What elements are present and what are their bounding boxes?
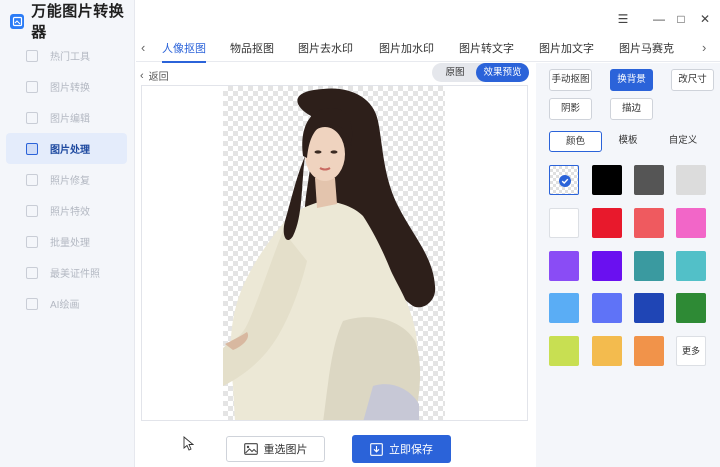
sidebar-item-label: AI绘画: [50, 300, 80, 311]
sidebar-item-label: 图片处理: [50, 145, 90, 156]
tab-remove-watermark[interactable]: 图片去水印: [298, 40, 353, 56]
more-colors-button[interactable]: 更多: [676, 336, 706, 366]
photo-repair-icon: [26, 173, 38, 186]
sidebar-nav: 热门工具 图片转换 图片编辑 图片处理 照片修复 照片特效 批量处理 最美证件照…: [6, 40, 127, 319]
image-process-icon: [26, 142, 38, 155]
color-swatch[interactable]: [634, 208, 664, 238]
sidebar-item-photo-effects[interactable]: 照片特效: [6, 195, 127, 226]
change-background-button[interactable]: 换背景: [610, 69, 653, 91]
resize-button[interactable]: 改尺寸: [671, 69, 714, 91]
color-swatch[interactable]: [676, 208, 706, 238]
photo-effects-icon: [26, 204, 38, 217]
minimize-icon[interactable]: —: [652, 12, 666, 26]
edit-panel: 手动抠图 换背景 改尺寸 阴影 描边 颜色 模板 自定义 更多: [536, 63, 720, 467]
toggle-original[interactable]: 原图: [435, 63, 475, 82]
swatch-transparent[interactable]: [549, 165, 579, 195]
sidebar-item-image-process[interactable]: 图片处理: [6, 133, 127, 164]
tab-add-text[interactable]: 图片加文字: [539, 40, 594, 56]
color-swatch[interactable]: [676, 251, 706, 281]
sidebar-item-id-photo[interactable]: 最美证件照: [6, 257, 127, 288]
sidebar: 万能图片转换器 热门工具 图片转换 图片编辑 图片处理 照片修复 照片特效 批量…: [0, 0, 135, 467]
sidebar-item-label: 照片特效: [50, 207, 90, 218]
sidebar-item-label: 最美证件照: [50, 269, 100, 280]
ai-paint-icon: [26, 297, 38, 310]
sidebar-item-image-edit[interactable]: 图片编辑: [6, 102, 127, 133]
image-icon: [243, 443, 258, 455]
sidebar-item-label: 图片转换: [50, 83, 90, 94]
id-photo-icon: [26, 266, 38, 279]
sidebar-item-hot-tools[interactable]: 热门工具: [6, 40, 127, 71]
close-icon[interactable]: ✕: [698, 12, 712, 26]
sidebar-item-label: 照片修复: [50, 176, 90, 187]
tab-template[interactable]: 模板: [606, 131, 650, 152]
hot-tools-icon: [26, 49, 38, 62]
download-icon: [370, 442, 383, 456]
mouse-cursor-icon: [183, 436, 194, 451]
app-brand: 万能图片转换器: [10, 3, 134, 41]
color-swatch[interactable]: [634, 336, 664, 366]
color-swatch[interactable]: [592, 251, 622, 281]
save-now-button[interactable]: 立即保存: [352, 435, 451, 463]
view-toggle: 原图 效果预览: [432, 63, 529, 82]
app-title: 万能图片转换器: [31, 3, 125, 41]
sidebar-item-image-convert[interactable]: 图片转换: [6, 71, 127, 102]
color-swatch[interactable]: [634, 251, 664, 281]
color-swatch[interactable]: [676, 293, 706, 323]
tool-tabs: ‹ 人像抠图 物品抠图 图片去水印 图片加水印 图片转文字 图片加文字 图片马赛…: [136, 34, 720, 63]
image-convert-icon: [26, 80, 38, 93]
color-swatch[interactable]: [549, 208, 579, 238]
back-label: 返回: [148, 72, 169, 83]
color-swatch[interactable]: [592, 208, 622, 238]
tab-color[interactable]: 颜色: [549, 131, 602, 152]
toggle-preview[interactable]: 效果预览: [476, 63, 529, 82]
back-button[interactable]: ‹ 返回: [140, 68, 169, 84]
reselect-image-button[interactable]: 重选图片: [226, 436, 325, 462]
save-label: 立即保存: [389, 444, 433, 456]
image-edit-icon: [26, 111, 38, 124]
tab-object-cutout[interactable]: 物品抠图: [230, 40, 274, 56]
sidebar-item-label: 图片编辑: [50, 114, 90, 125]
tab-portrait-cutout[interactable]: 人像抠图: [162, 40, 206, 63]
color-swatch[interactable]: [634, 165, 664, 195]
menu-icon[interactable]: ☰: [616, 12, 630, 26]
tab-image-to-text[interactable]: 图片转文字: [459, 40, 514, 56]
image-canvas: [141, 85, 528, 421]
tab-next-icon[interactable]: ›: [702, 40, 706, 55]
sidebar-item-ai-paint[interactable]: AI绘画: [6, 288, 127, 319]
manual-cutout-button[interactable]: 手动抠图: [549, 69, 592, 91]
stroke-button[interactable]: 描边: [610, 98, 653, 120]
color-swatch[interactable]: [549, 293, 579, 323]
shadow-button[interactable]: 阴影: [549, 98, 592, 120]
color-swatch[interactable]: [634, 293, 664, 323]
tab-prev-icon[interactable]: ‹: [141, 40, 145, 55]
reselect-label: 重选图片: [263, 444, 308, 456]
batch-icon: [26, 235, 38, 248]
app-logo-icon: [10, 13, 25, 29]
chevron-left-icon: ‹: [140, 69, 144, 82]
tab-custom[interactable]: 自定义: [658, 131, 708, 152]
color-swatch[interactable]: [592, 336, 622, 366]
sidebar-item-label: 批量处理: [50, 238, 90, 249]
portrait-cutout-image: [223, 88, 436, 420]
color-swatch[interactable]: [592, 293, 622, 323]
tab-mosaic[interactable]: 图片马赛克: [619, 40, 674, 56]
sidebar-item-photo-repair[interactable]: 照片修复: [6, 164, 127, 195]
color-swatch[interactable]: [676, 165, 706, 195]
maximize-icon[interactable]: □: [674, 12, 688, 26]
transparent-background: [223, 86, 445, 420]
sidebar-item-label: 热门工具: [50, 52, 90, 63]
tab-add-watermark[interactable]: 图片加水印: [379, 40, 434, 56]
sidebar-item-batch[interactable]: 批量处理: [6, 226, 127, 257]
color-swatch[interactable]: [592, 165, 622, 195]
checkmark-icon: [559, 175, 571, 187]
color-swatch[interactable]: [549, 336, 579, 366]
color-swatch[interactable]: [549, 251, 579, 281]
